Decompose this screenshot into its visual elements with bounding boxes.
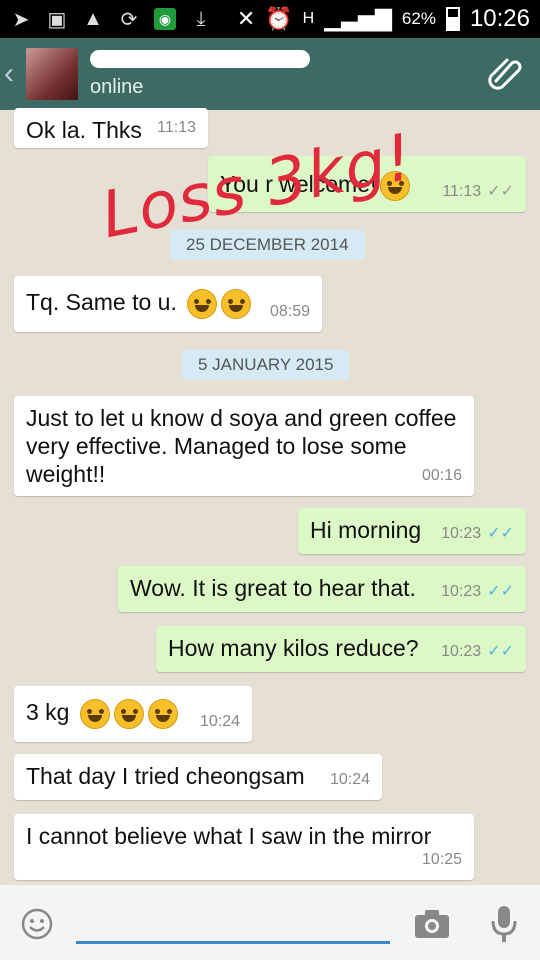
message-time: 08:59 — [269, 303, 310, 320]
read-ticks-icon: ✓✓ — [487, 525, 514, 542]
message-time: 10:23 ✓✓ — [441, 520, 514, 548]
download-icon: ⤓ — [196, 7, 206, 30]
mute-icon: ✕ — [236, 6, 256, 31]
message-time-value: 11:13 — [442, 183, 482, 200]
input-underline — [76, 941, 390, 944]
read-ticks-icon: ✓✓ — [487, 583, 514, 600]
delivered-ticks-icon: ✓✓ — [487, 183, 514, 200]
warning-icon: ▲ — [83, 7, 103, 30]
message-time: 10:24 — [199, 713, 240, 730]
status-icons-left: ➤ ▣ ▲ ⟳ ◉ ⤓ — [10, 7, 212, 31]
emoji-picker-icon[interactable] — [20, 907, 54, 946]
message-out[interactable]: Wow. It is great to hear that. 10:23 ✓✓ — [118, 566, 526, 612]
status-right: ✕ ⏰ H ▁▃▅▇ 62% 10:26 — [237, 5, 530, 33]
chat-header: ‹ online — [0, 38, 540, 110]
message-in[interactable]: 3 kg 10:24 — [14, 686, 252, 742]
battery-percent: 62% — [401, 9, 436, 28]
contact-name-redacted — [90, 49, 310, 68]
battery-icon — [445, 7, 460, 31]
read-ticks-icon: ✓✓ — [487, 643, 514, 660]
message-time: 00:16 — [421, 467, 462, 484]
message-text: 3 kg — [26, 699, 70, 725]
message-in[interactable]: Tq. Same to u. 08:59 — [14, 276, 322, 332]
alarm-icon: ⏰ — [265, 6, 293, 31]
message-time: 10:24 — [329, 771, 370, 788]
network-type: H — [302, 10, 315, 27]
contact-info[interactable]: online — [90, 49, 310, 99]
message-text: How many kilos reduce? — [168, 635, 419, 661]
avatar[interactable] — [26, 48, 78, 100]
back-chevron-icon[interactable]: ‹ — [4, 57, 24, 91]
message-text: Hi morning — [310, 517, 422, 543]
message-text: That day I tried cheongsam — [26, 763, 305, 789]
contact-status: online — [90, 75, 144, 98]
message-time: 10:25 — [421, 851, 462, 868]
message-text: Tq. Same to u. — [26, 289, 177, 315]
message-time: 11:13 — [157, 119, 196, 136]
app-icon: ◉ — [154, 8, 176, 30]
message-in[interactable]: I cannot believe what I saw in the mirro… — [14, 814, 474, 880]
message-text: I cannot believe what I saw in the mirro… — [26, 823, 432, 849]
message-out[interactable]: How many kilos reduce? 10:23 ✓✓ — [156, 626, 526, 672]
image-icon: ▣ — [47, 8, 67, 31]
message-time-value: 10:23 — [441, 583, 482, 600]
message-time: 11:13 ✓✓ — [442, 178, 514, 206]
date-chip: 5 JANUARY 2015 — [182, 350, 350, 380]
send-icon: ➤ — [12, 8, 30, 31]
message-out[interactable]: Hi morning 10:23 ✓✓ — [298, 508, 526, 554]
message-in[interactable]: Just to let u know d soya and green coff… — [14, 396, 474, 496]
laughing-emoji-icon — [147, 698, 178, 729]
message-in[interactable]: Ok la. Thks 11:13 — [14, 108, 208, 148]
message-text: Wow. It is great to hear that. — [130, 575, 416, 601]
emoji-face-icon — [221, 288, 252, 319]
message-time-value: 10:23 — [441, 643, 482, 660]
message-input[interactable] — [78, 907, 388, 937]
chat-area[interactable]: Ok la. Thks 11:13 You r welcome! 11:13 ✓✓… — [0, 108, 540, 885]
laughing-emoji-icon — [79, 698, 110, 729]
paperclip-icon[interactable] — [486, 53, 524, 96]
input-bar — [0, 885, 540, 960]
sync-icon: ⟳ — [120, 8, 138, 31]
status-bar: ➤ ▣ ▲ ⟳ ◉ ⤓ ✕ ⏰ H ▁▃▅▇ 62% 10:26 — [0, 0, 540, 38]
laughing-emoji-icon — [113, 698, 144, 729]
message-text: Just to let u know d soya and green coff… — [26, 405, 457, 487]
emoji-face-icon — [187, 288, 218, 319]
message-in[interactable]: That day I tried cheongsam 10:24 — [14, 754, 382, 800]
message-time: 10:23 ✓✓ — [441, 578, 514, 606]
microphone-icon[interactable] — [490, 905, 518, 948]
message-text: Ok la. Thks — [26, 117, 142, 143]
message-time: 10:23 ✓✓ — [441, 638, 514, 666]
message-time-value: 10:23 — [441, 525, 482, 542]
camera-icon[interactable] — [414, 909, 450, 944]
signal-icon: ▁▃▅▇ — [324, 6, 392, 31]
status-time: 10:26 — [469, 5, 530, 32]
